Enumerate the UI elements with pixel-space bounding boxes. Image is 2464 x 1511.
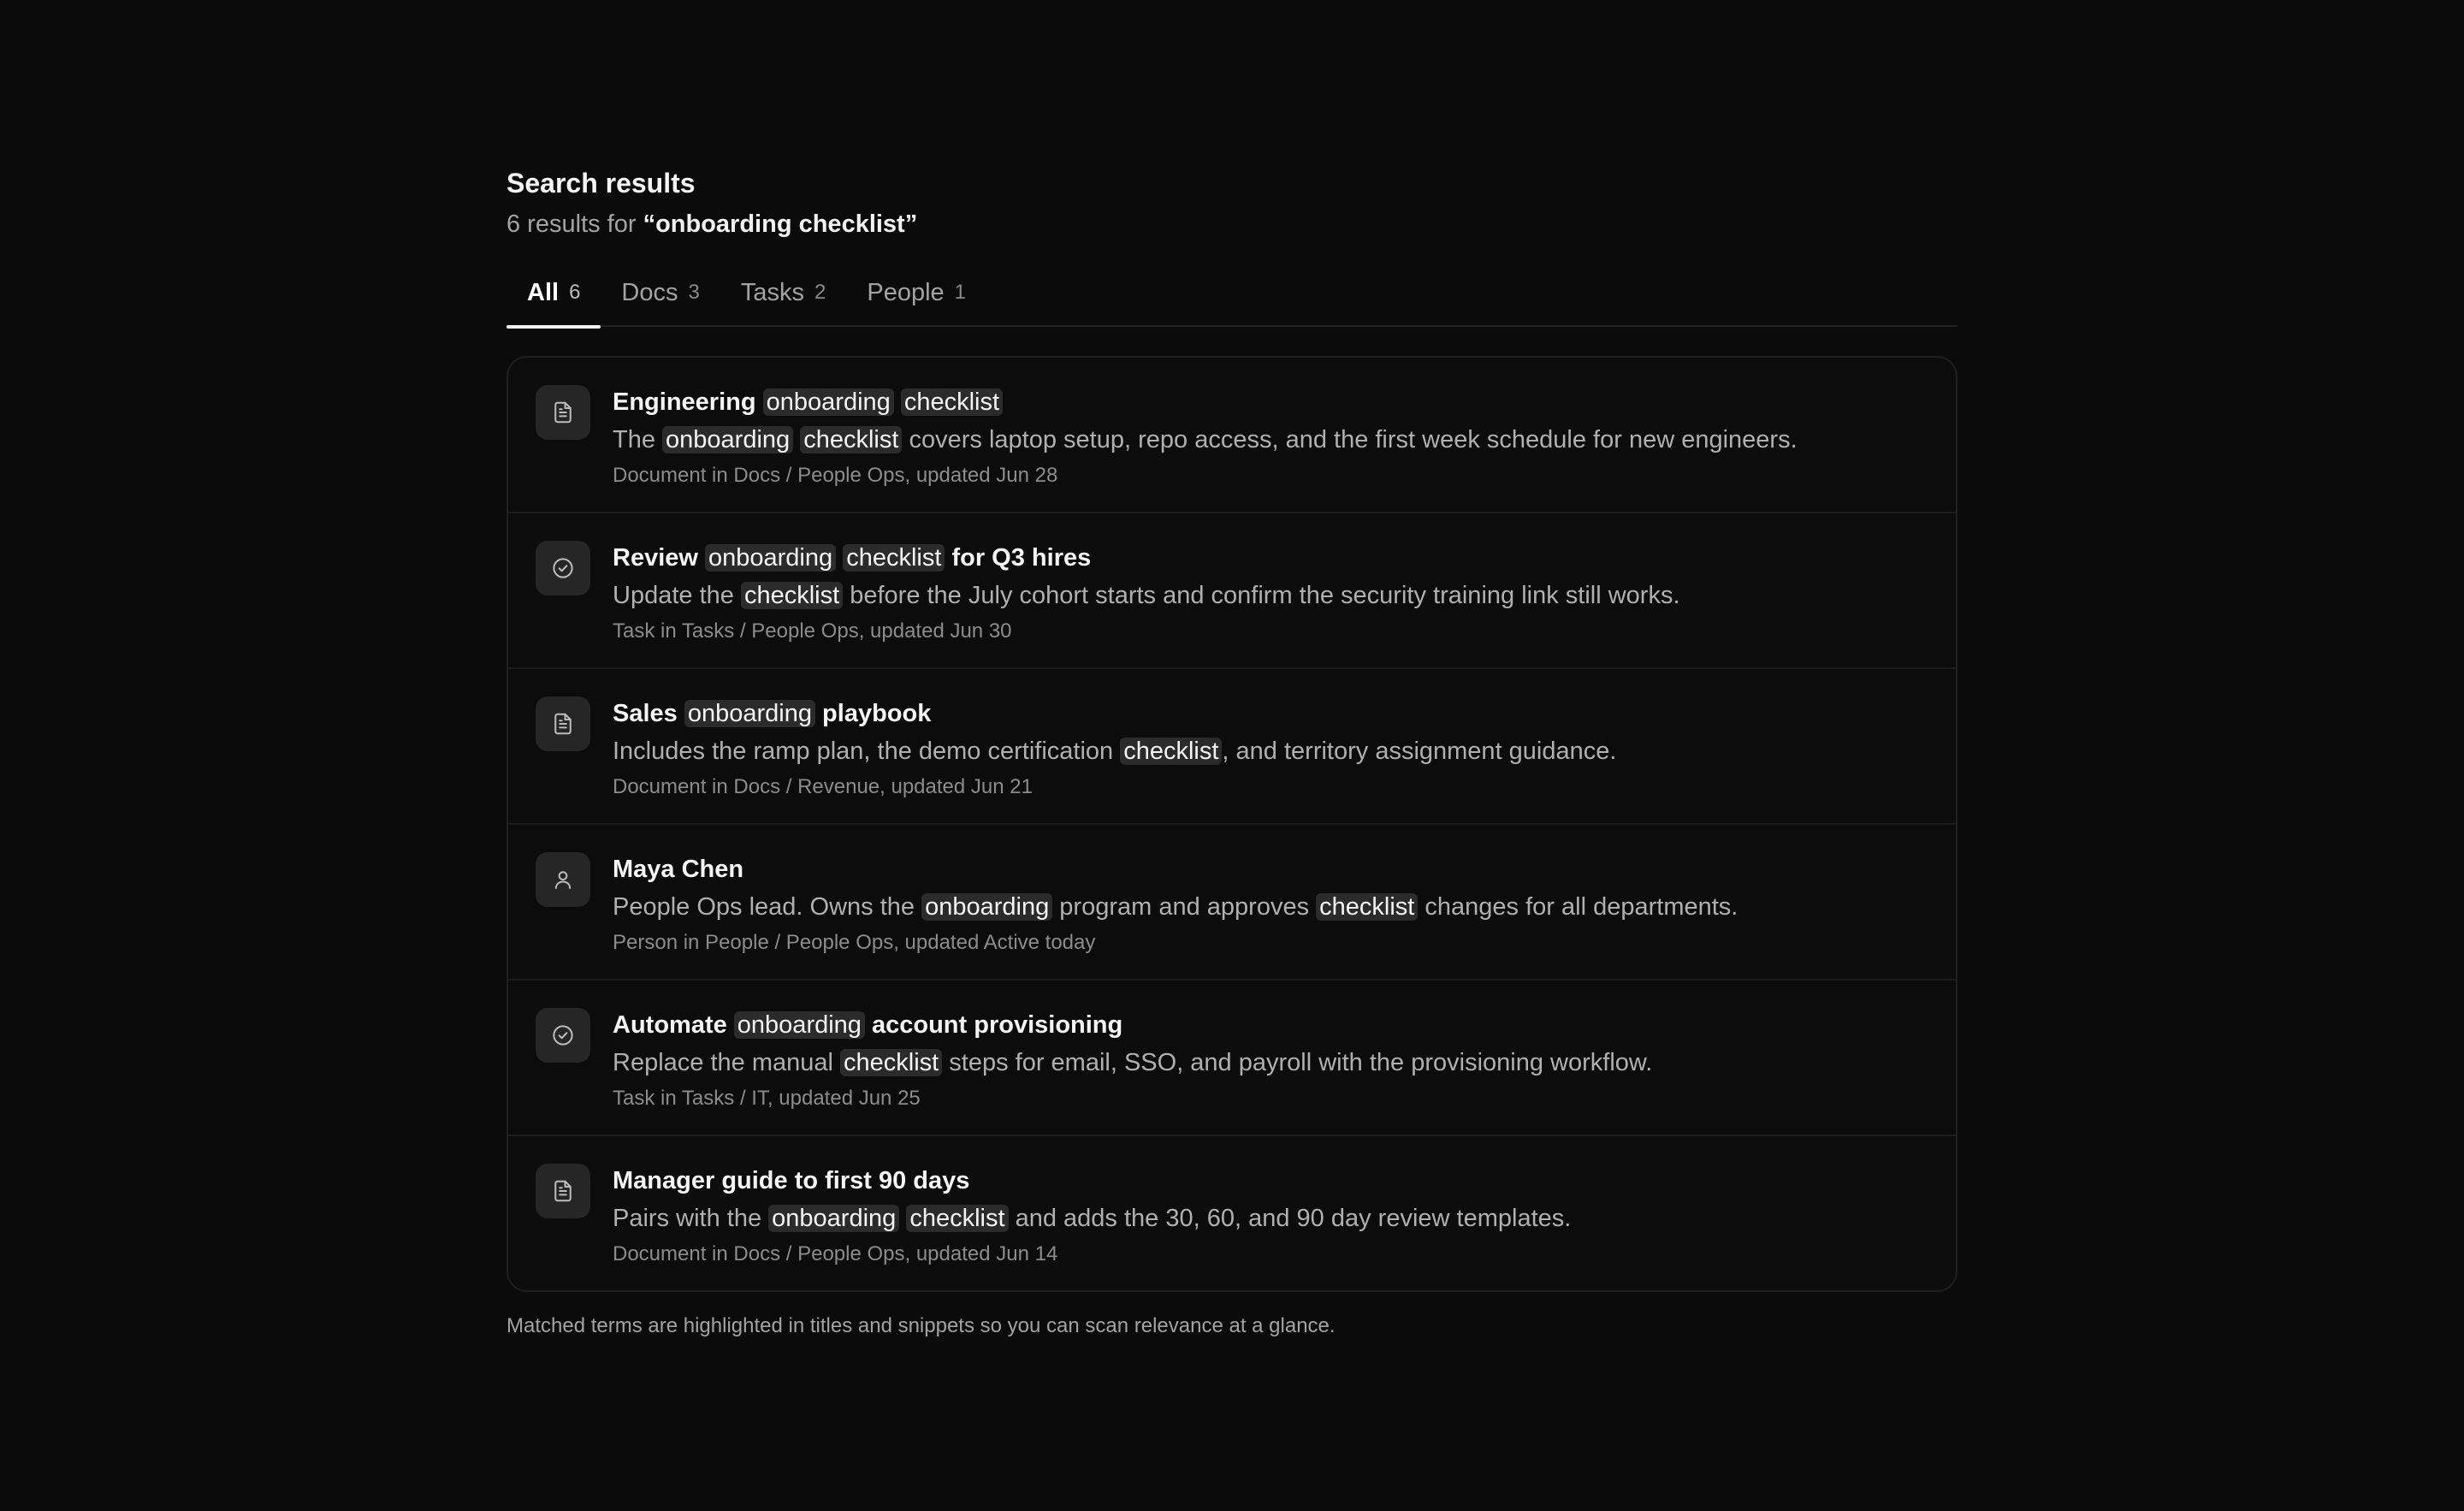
highlighted-term: checklist xyxy=(900,388,1004,416)
highlighted-term: onboarding xyxy=(762,388,894,416)
document-icon xyxy=(536,1164,590,1218)
page-title: Search results xyxy=(506,168,696,199)
result-item[interactable]: Automate onboarding account provisioning… xyxy=(508,981,1956,1136)
highlighted-term: checklist xyxy=(800,426,903,453)
highlighted-term: onboarding xyxy=(684,700,815,727)
results-summary: 6 results for “onboarding checklist” xyxy=(506,205,1958,243)
result-item[interactable]: Sales onboarding playbook Includes the ra… xyxy=(508,669,1956,825)
result-meta: Document in Docs / People Ops, updated J… xyxy=(613,1242,1058,1265)
result-snippet: Replace the manual checklist steps for e… xyxy=(613,1044,1652,1081)
result-title[interactable]: Maya Chen xyxy=(613,850,1738,888)
result-snippet: Pairs with the onboarding checklist and … xyxy=(613,1200,1571,1237)
footnote: Matched terms are highlighted in titles … xyxy=(506,1314,1336,1337)
result-title[interactable]: Automate onboarding account provisioning xyxy=(613,1006,1652,1044)
result-snippet: People Ops lead. Owns the onboarding pro… xyxy=(613,888,1738,926)
document-icon xyxy=(536,385,590,440)
highlighted-term: onboarding xyxy=(733,1011,865,1039)
text-segment: before the July cohort starts and confir… xyxy=(843,582,1680,609)
tab-count: 2 xyxy=(814,281,826,304)
result-item[interactable]: Maya Chen People Ops lead. Owns the onboa… xyxy=(508,825,1956,981)
tab-all[interactable]: All 6 xyxy=(506,274,601,329)
text-segment: Sales xyxy=(613,700,684,727)
result-item[interactable]: Manager guide to first 90 days Pairs with… xyxy=(508,1136,1956,1290)
text-segment: steps for email, SSO, and payroll with t… xyxy=(942,1049,1653,1076)
tab-count: 6 xyxy=(569,281,581,304)
text-segment: Replace the manual xyxy=(613,1049,840,1076)
check-circle-icon xyxy=(536,541,590,596)
text-segment xyxy=(836,544,843,572)
tab-label: Tasks xyxy=(740,279,804,306)
result-body: Review onboarding checklist for Q3 hires… xyxy=(613,539,1680,667)
text-segment xyxy=(894,388,901,416)
result-meta: Task in Tasks / IT, updated Jun 25 xyxy=(613,1087,921,1110)
result-snippet: The onboarding checklist covers laptop s… xyxy=(613,421,1798,459)
text-segment: and adds the 30, 60, and 90 day review t… xyxy=(1008,1205,1572,1232)
highlighted-term: onboarding xyxy=(768,1205,900,1232)
text-segment: for Q3 hires xyxy=(945,544,1092,572)
tab-docs[interactable]: Docs 3 xyxy=(601,274,720,327)
text-segment: Pairs with the xyxy=(613,1205,769,1232)
result-body: Maya Chen People Ops lead. Owns the onboa… xyxy=(613,850,1738,979)
result-item[interactable]: Review onboarding checklist for Q3 hires… xyxy=(508,513,1956,669)
result-title[interactable]: Engineering onboarding checklist xyxy=(613,383,1798,421)
result-snippet: Includes the ramp plan, the demo certifi… xyxy=(613,732,1616,770)
tab-people[interactable]: People 1 xyxy=(846,274,986,327)
result-snippet: Update the checklist before the July coh… xyxy=(613,577,1680,614)
result-title[interactable]: Sales onboarding playbook xyxy=(613,695,1616,732)
tab-count: 3 xyxy=(688,281,700,304)
results-count-text: 6 results for xyxy=(506,210,643,238)
text-segment: The xyxy=(613,426,663,453)
highlighted-term: onboarding xyxy=(921,893,1053,921)
highlighted-term: checklist xyxy=(740,582,844,609)
tab-count: 1 xyxy=(954,281,967,304)
person-icon xyxy=(536,852,590,907)
result-meta: Task in Tasks / People Ops, updated Jun … xyxy=(613,619,1012,643)
highlighted-term: onboarding xyxy=(662,426,794,453)
tab-label: Docs xyxy=(621,279,678,306)
text-segment: Manager guide to first 90 days xyxy=(613,1167,970,1194)
text-segment: playbook xyxy=(814,700,932,727)
result-meta: Document in Docs / People Ops, updated J… xyxy=(613,464,1058,487)
check-circle-icon xyxy=(536,1008,590,1063)
result-body: Manager guide to first 90 days Pairs with… xyxy=(613,1162,1571,1290)
text-segment: Update the xyxy=(613,582,741,609)
highlighted-term: checklist xyxy=(840,1049,943,1076)
filter-tabs: All 6 Docs 3 Tasks 2 People 1 xyxy=(506,274,1958,329)
result-item[interactable]: Engineering onboarding checklist The onbo… xyxy=(508,358,1956,513)
tab-label: People xyxy=(867,279,945,306)
text-segment: covers laptop setup, repo access, and th… xyxy=(902,426,1798,453)
document-icon xyxy=(536,696,590,751)
result-title[interactable]: Review onboarding checklist for Q3 hires xyxy=(613,539,1680,577)
text-segment: , and territory assignment guidance. xyxy=(1222,738,1617,765)
text-segment: Maya Chen xyxy=(613,856,744,883)
search-results-panel: Search results 6 results for “onboarding… xyxy=(506,163,1958,1343)
result-body: Sales onboarding playbook Includes the ra… xyxy=(613,695,1616,823)
text-segment: Engineering xyxy=(613,388,763,416)
text-segment: program and approves xyxy=(1052,893,1317,921)
highlighted-term: checklist xyxy=(906,1205,1009,1232)
results-list: Engineering onboarding checklist The onbo… xyxy=(506,356,1958,1292)
text-segment: Includes the ramp plan, the demo certifi… xyxy=(613,738,1121,765)
tab-label: All xyxy=(527,279,560,306)
highlighted-term: checklist xyxy=(1120,738,1223,765)
text-segment: People Ops lead. Owns the xyxy=(613,893,922,921)
result-body: Engineering onboarding checklist The onbo… xyxy=(613,383,1798,512)
highlighted-term: onboarding xyxy=(705,544,837,572)
text-segment: account provisioning xyxy=(864,1011,1123,1039)
text-segment: changes for all departments. xyxy=(1418,893,1738,921)
highlighted-term: checklist xyxy=(843,544,945,572)
tab-tasks[interactable]: Tasks 2 xyxy=(720,274,847,327)
text-segment: Review xyxy=(613,544,705,572)
text-segment: Automate xyxy=(613,1011,734,1039)
result-body: Automate onboarding account provisioning… xyxy=(613,1006,1652,1135)
result-meta: Person in People / People Ops, updated A… xyxy=(613,931,1096,954)
highlighted-term: checklist xyxy=(1316,893,1419,921)
search-query: “onboarding checklist” xyxy=(643,210,918,238)
result-title[interactable]: Manager guide to first 90 days xyxy=(613,1162,1571,1200)
result-meta: Document in Docs / Revenue, updated Jun … xyxy=(613,775,1033,798)
